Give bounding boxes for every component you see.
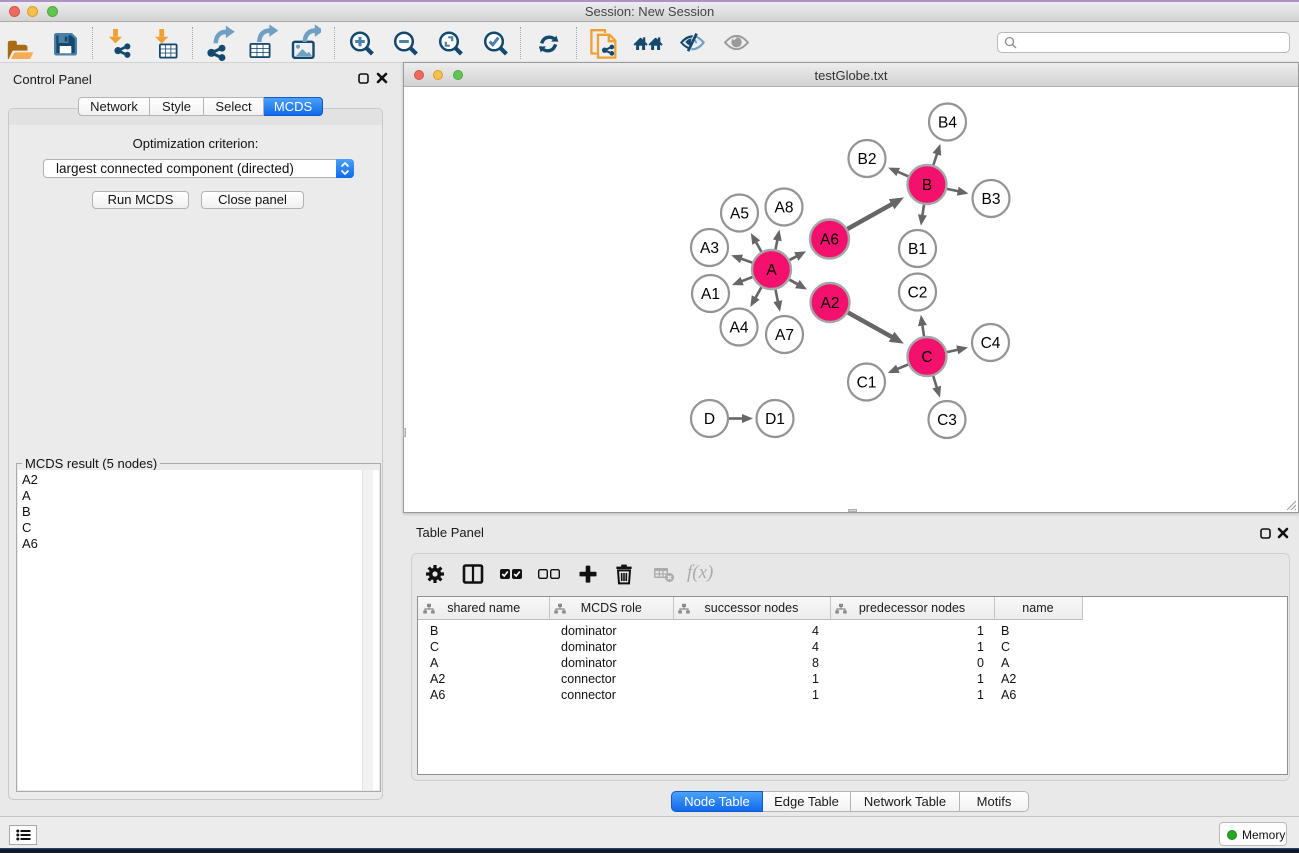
svg-text:B3: B3 xyxy=(982,191,1001,208)
svg-text:A5: A5 xyxy=(730,206,749,223)
svg-text:A6: A6 xyxy=(820,232,839,249)
svg-text:C: C xyxy=(921,349,932,366)
svg-text:A3: A3 xyxy=(700,240,719,257)
svg-text:B2: B2 xyxy=(858,151,877,168)
svg-text:B4: B4 xyxy=(938,115,957,132)
svg-text:B: B xyxy=(922,177,932,194)
svg-text:A: A xyxy=(766,262,777,279)
svg-text:B1: B1 xyxy=(908,241,927,258)
svg-text:A2: A2 xyxy=(821,295,840,312)
svg-text:A7: A7 xyxy=(775,327,794,344)
svg-text:C4: C4 xyxy=(981,335,1001,352)
svg-text:D: D xyxy=(704,411,715,428)
svg-text:A8: A8 xyxy=(775,200,794,217)
svg-text:A4: A4 xyxy=(730,320,749,337)
svg-text:C2: C2 xyxy=(908,285,928,302)
svg-text:C3: C3 xyxy=(937,412,957,429)
svg-text:D1: D1 xyxy=(765,411,785,428)
svg-text:A1: A1 xyxy=(701,286,720,303)
svg-text:C1: C1 xyxy=(857,375,877,392)
